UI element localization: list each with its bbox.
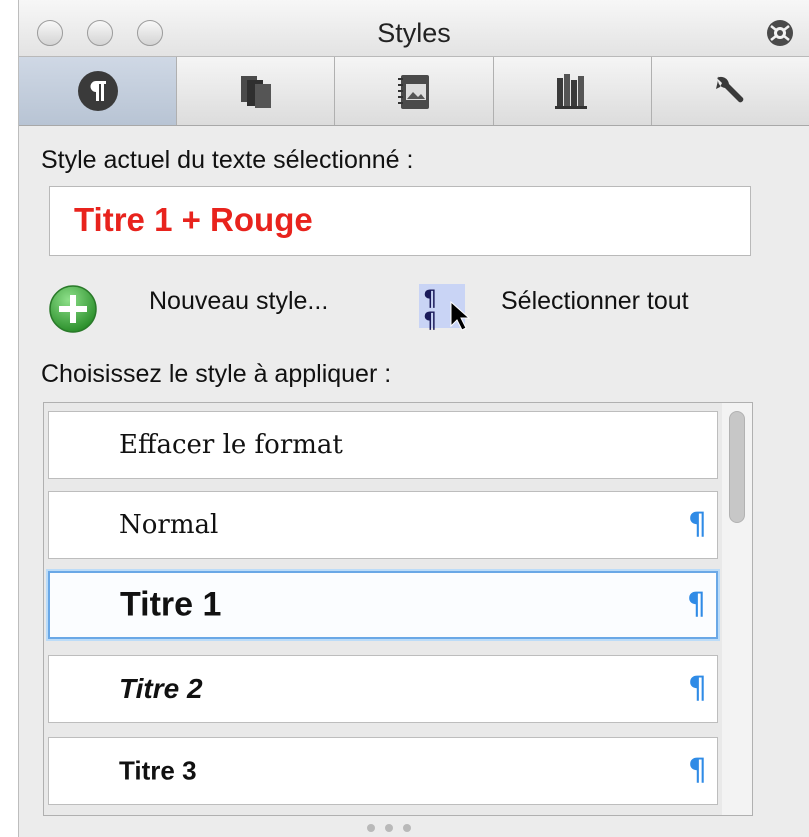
style-item-titre-2[interactable]: Titre 2 ¶ bbox=[48, 655, 718, 723]
style-item-name: Titre 1 bbox=[120, 585, 222, 624]
tab-tools[interactable] bbox=[651, 57, 809, 125]
paragraph-mark-icon: ¶ bbox=[687, 506, 707, 542]
add-style-icon[interactable] bbox=[47, 283, 99, 335]
select-all-icon[interactable]: ¶ ¶ bbox=[417, 280, 477, 336]
tab-media[interactable] bbox=[335, 57, 494, 125]
style-item-name: Titre 3 bbox=[119, 755, 197, 786]
tab-paragraph-styles[interactable] bbox=[19, 57, 178, 125]
help-icon[interactable] bbox=[765, 18, 795, 48]
style-item-titre-1[interactable]: Titre 1 ¶ bbox=[48, 571, 718, 639]
current-style-field: Titre 1 + Rouge bbox=[49, 186, 751, 256]
pilcrow-icon bbox=[77, 71, 118, 111]
choose-style-label: Choisissez le style à appliquer : bbox=[41, 360, 392, 388]
window-title: Styles bbox=[377, 18, 451, 48]
scrollbar-thumb[interactable] bbox=[729, 411, 745, 523]
style-item-name: Effacer le format bbox=[119, 430, 343, 460]
new-style-button[interactable]: Nouveau style... bbox=[149, 287, 328, 316]
style-item-name: Normal bbox=[119, 510, 219, 540]
svg-text:¶: ¶ bbox=[423, 309, 437, 334]
paragraph-mark-icon: ¶ bbox=[687, 670, 707, 706]
title-bar[interactable]: Styles bbox=[19, 0, 809, 56]
style-item-normal[interactable]: Normal ¶ bbox=[48, 491, 718, 559]
style-item-titre-3[interactable]: Titre 3 ¶ bbox=[48, 737, 718, 805]
books-icon bbox=[240, 76, 271, 108]
toolbar-tabs bbox=[19, 56, 809, 126]
style-list: Effacer le format Normal ¶ Titre 1 ¶ Tit… bbox=[43, 402, 753, 816]
tab-library[interactable] bbox=[493, 57, 652, 125]
resize-grip-icon[interactable] bbox=[367, 824, 411, 832]
current-style-label: Style actuel du texte sélectionné : bbox=[41, 146, 414, 174]
style-item-name: Titre 2 bbox=[119, 673, 203, 704]
paragraph-mark-icon: ¶ bbox=[687, 752, 707, 788]
tab-books[interactable] bbox=[177, 57, 336, 125]
current-style-value: Titre 1 + Rouge bbox=[74, 201, 313, 238]
wrench-icon bbox=[716, 76, 744, 103]
media-icon bbox=[398, 75, 429, 109]
style-list-scrollbar[interactable] bbox=[722, 403, 752, 815]
paragraph-mark-icon: ¶ bbox=[686, 586, 706, 622]
library-icon bbox=[555, 74, 588, 109]
style-item-effacer-le-format[interactable]: Effacer le format bbox=[48, 411, 718, 479]
select-all-button[interactable]: Sélectionner tout bbox=[501, 287, 689, 316]
styles-palette-window: Styles Style actuel du texte sélectionné… bbox=[18, 0, 809, 837]
